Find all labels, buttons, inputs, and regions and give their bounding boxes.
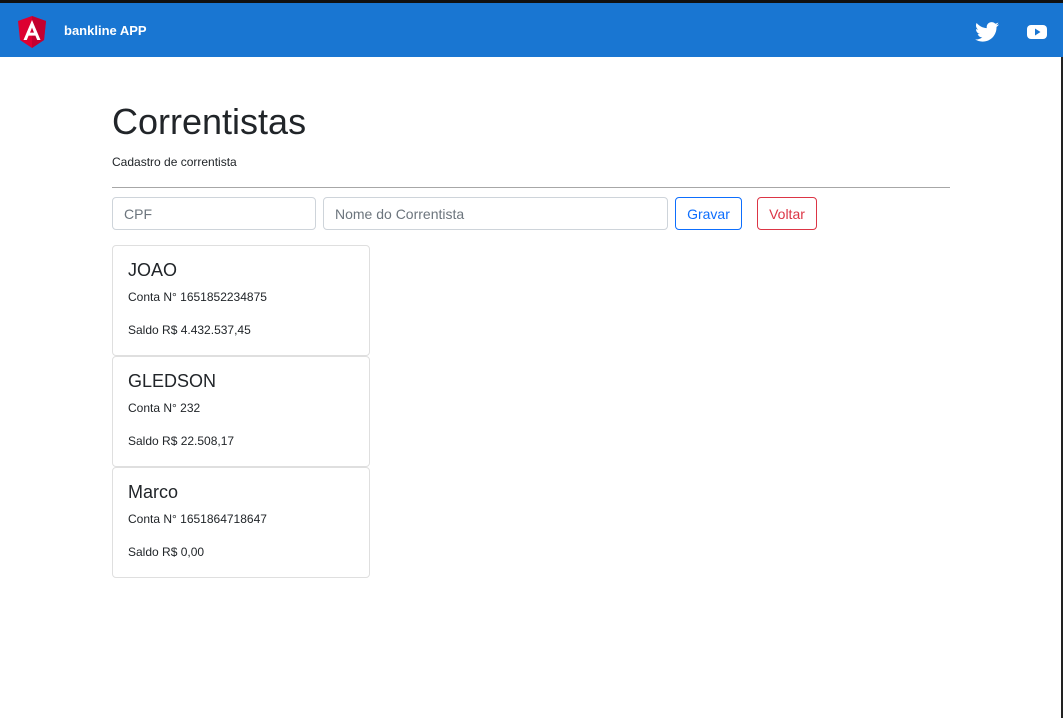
- divider: [112, 187, 950, 188]
- account-card: JOAO Conta N° 1651852234875 Saldo R$ 4.4…: [112, 245, 370, 356]
- account-card: Marco Conta N° 1651864718647 Saldo R$ 0,…: [112, 467, 370, 578]
- account-number: Conta N° 1651852234875: [128, 290, 267, 304]
- account-name: Marco: [128, 482, 179, 502]
- cpf-input[interactable]: [112, 197, 316, 230]
- account-balance: Saldo R$ 4.432.537,45: [128, 323, 251, 337]
- voltar-button[interactable]: Voltar: [757, 197, 817, 230]
- account-name: JOAO: [128, 260, 178, 280]
- top-navbar: bankline APP: [0, 0, 1063, 57]
- youtube-icon[interactable]: [1027, 24, 1047, 40]
- account-balance: Saldo R$ 0,00: [128, 545, 205, 559]
- account-card: GLEDSON Conta N° 232 Saldo R$ 22.508,17: [112, 356, 370, 467]
- gravar-button[interactable]: Gravar: [675, 197, 742, 230]
- nome-correntista-input[interactable]: [323, 197, 668, 230]
- account-number: Conta N° 232: [128, 401, 201, 415]
- page-title: Correntistas: [112, 101, 307, 142]
- page-subtitle: Cadastro de correntista: [112, 155, 237, 169]
- angular-logo-icon: [18, 16, 46, 48]
- account-number: Conta N° 1651864718647: [128, 512, 267, 526]
- twitter-icon[interactable]: [975, 22, 999, 42]
- account-balance: Saldo R$ 22.508,17: [128, 434, 235, 448]
- account-name: GLEDSON: [128, 371, 217, 391]
- app-title: bankline APP: [64, 23, 147, 38]
